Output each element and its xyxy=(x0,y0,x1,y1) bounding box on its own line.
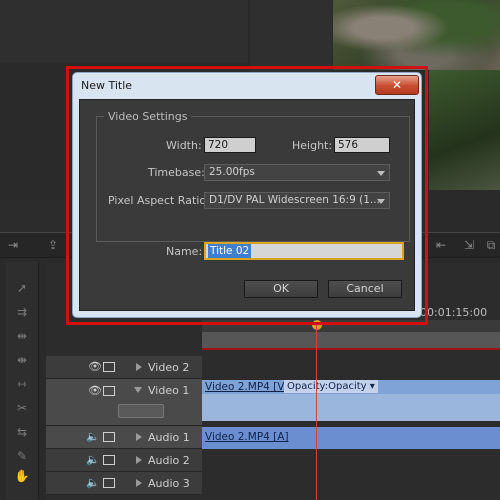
eye-icon[interactable]: 👁 xyxy=(88,360,102,373)
track-name: Video 1 xyxy=(148,384,190,397)
tools-panel: ➚ ⇉ ⇹ ⇼ ⇿ ✂ ⇆ ✎ ✋ xyxy=(6,262,39,500)
speaker-icon[interactable]: 🔈 xyxy=(86,453,100,466)
track-header-audio-2[interactable]: 🔈 Audio 2 xyxy=(46,449,202,472)
pixel-aspect-ratio-label: Pixel Aspect Ratio: xyxy=(108,194,210,207)
rate-stretch-tool-icon[interactable]: ⇿ xyxy=(14,376,30,392)
new-title-dialog: New Title ✕ Video Settings Width: 720 He… xyxy=(72,72,422,318)
timebase-select[interactable]: 25.00fps xyxy=(204,164,390,181)
speaker-icon[interactable]: 🔈 xyxy=(86,476,100,489)
name-input[interactable]: Title 02 xyxy=(204,242,404,260)
track-name: Audio 1 xyxy=(148,431,190,444)
video-preview-image xyxy=(333,0,500,70)
lift-icon[interactable]: ⇪ xyxy=(46,238,60,252)
source-monitor-panel xyxy=(0,0,248,62)
slip-tool-icon[interactable]: ⇆ xyxy=(14,424,30,440)
export-frame-icon[interactable]: ⧉ xyxy=(484,238,498,252)
name-value: Title 02 xyxy=(208,244,252,258)
speaker-icon[interactable]: 🔈 xyxy=(86,430,100,443)
work-area-bar[interactable] xyxy=(202,332,500,350)
eye-icon[interactable]: 👁 xyxy=(88,384,102,397)
film-icon[interactable] xyxy=(103,432,115,442)
film-icon[interactable] xyxy=(103,386,115,396)
track-header-video-1[interactable]: 👁 Video 1 xyxy=(46,379,202,426)
audio-clip-label: Video 2.MP4 [A] xyxy=(205,431,289,443)
timebase-value: 25.00fps xyxy=(209,166,255,178)
height-field[interactable]: 576 xyxy=(334,137,390,153)
dialog-body: Video Settings Width: 720 Height: 576 Ti… xyxy=(79,99,415,311)
ok-button[interactable]: OK xyxy=(244,280,318,298)
selection-tool-icon[interactable]: ➚ xyxy=(14,280,30,296)
in-point-icon[interactable]: ⇥ xyxy=(6,238,20,252)
trim-icon[interactable]: ⇲ xyxy=(462,238,476,252)
chevron-down-icon xyxy=(377,199,385,204)
width-label: Width: xyxy=(166,139,202,152)
height-label: Height: xyxy=(292,139,333,152)
track-header-video-2[interactable]: 👁 Video 2 xyxy=(46,356,202,379)
playhead-line[interactable] xyxy=(316,325,317,500)
collapse-track-icon[interactable] xyxy=(134,387,142,393)
cancel-button[interactable]: Cancel xyxy=(328,280,402,298)
pixel-aspect-ratio-select[interactable]: D1/DV PAL Widescreen 16:9 (1.... xyxy=(204,192,390,209)
opacity-dropdown[interactable]: Opacity:Opacity ▾ xyxy=(284,380,378,393)
film-icon[interactable] xyxy=(103,478,115,488)
video-settings-label: Video Settings xyxy=(104,110,192,123)
film-icon[interactable] xyxy=(103,362,115,372)
expand-track-icon[interactable] xyxy=(136,456,142,464)
razor-tool-icon[interactable]: ✂ xyxy=(14,400,30,416)
track-select-tool-icon[interactable]: ⇉ xyxy=(14,304,30,320)
hand-tool-icon[interactable]: ✋ xyxy=(14,468,30,484)
track-header-audio-3[interactable]: 🔈 Audio 3 xyxy=(46,472,202,495)
chevron-down-icon xyxy=(377,171,385,176)
track-name: Audio 3 xyxy=(148,477,190,490)
pen-tool-icon[interactable]: ✎ xyxy=(14,448,30,464)
expand-track-icon[interactable] xyxy=(136,479,142,487)
video-preview-image-edge xyxy=(429,70,500,190)
timebase-label: Timebase: xyxy=(148,166,205,179)
ripple-edit-tool-icon[interactable]: ⇹ xyxy=(14,328,30,344)
step-icon[interactable]: ⇤ xyxy=(434,238,448,252)
film-icon[interactable] xyxy=(103,455,115,465)
rolling-edit-tool-icon[interactable]: ⇼ xyxy=(14,352,30,368)
keyframe-control[interactable] xyxy=(118,404,164,418)
name-label: Name: xyxy=(166,245,203,258)
expand-track-icon[interactable] xyxy=(136,363,142,371)
video-clip-label: Video 2.MP4 [V] xyxy=(205,381,289,393)
width-field[interactable]: 720 xyxy=(204,137,256,153)
dialog-title: New Title xyxy=(81,79,133,92)
track-name: Video 2 xyxy=(148,361,190,374)
track-header-audio-1[interactable]: 🔈 Audio 1 xyxy=(46,426,202,449)
pixel-aspect-ratio-value: D1/DV PAL Widescreen 16:9 (1.... xyxy=(209,194,384,206)
close-icon[interactable]: ✕ xyxy=(375,75,419,95)
expand-track-icon[interactable] xyxy=(136,433,142,441)
left-panel xyxy=(0,200,66,232)
timeline-timecode: 00:01:15:00 xyxy=(420,306,488,319)
track-name: Audio 2 xyxy=(148,454,190,467)
